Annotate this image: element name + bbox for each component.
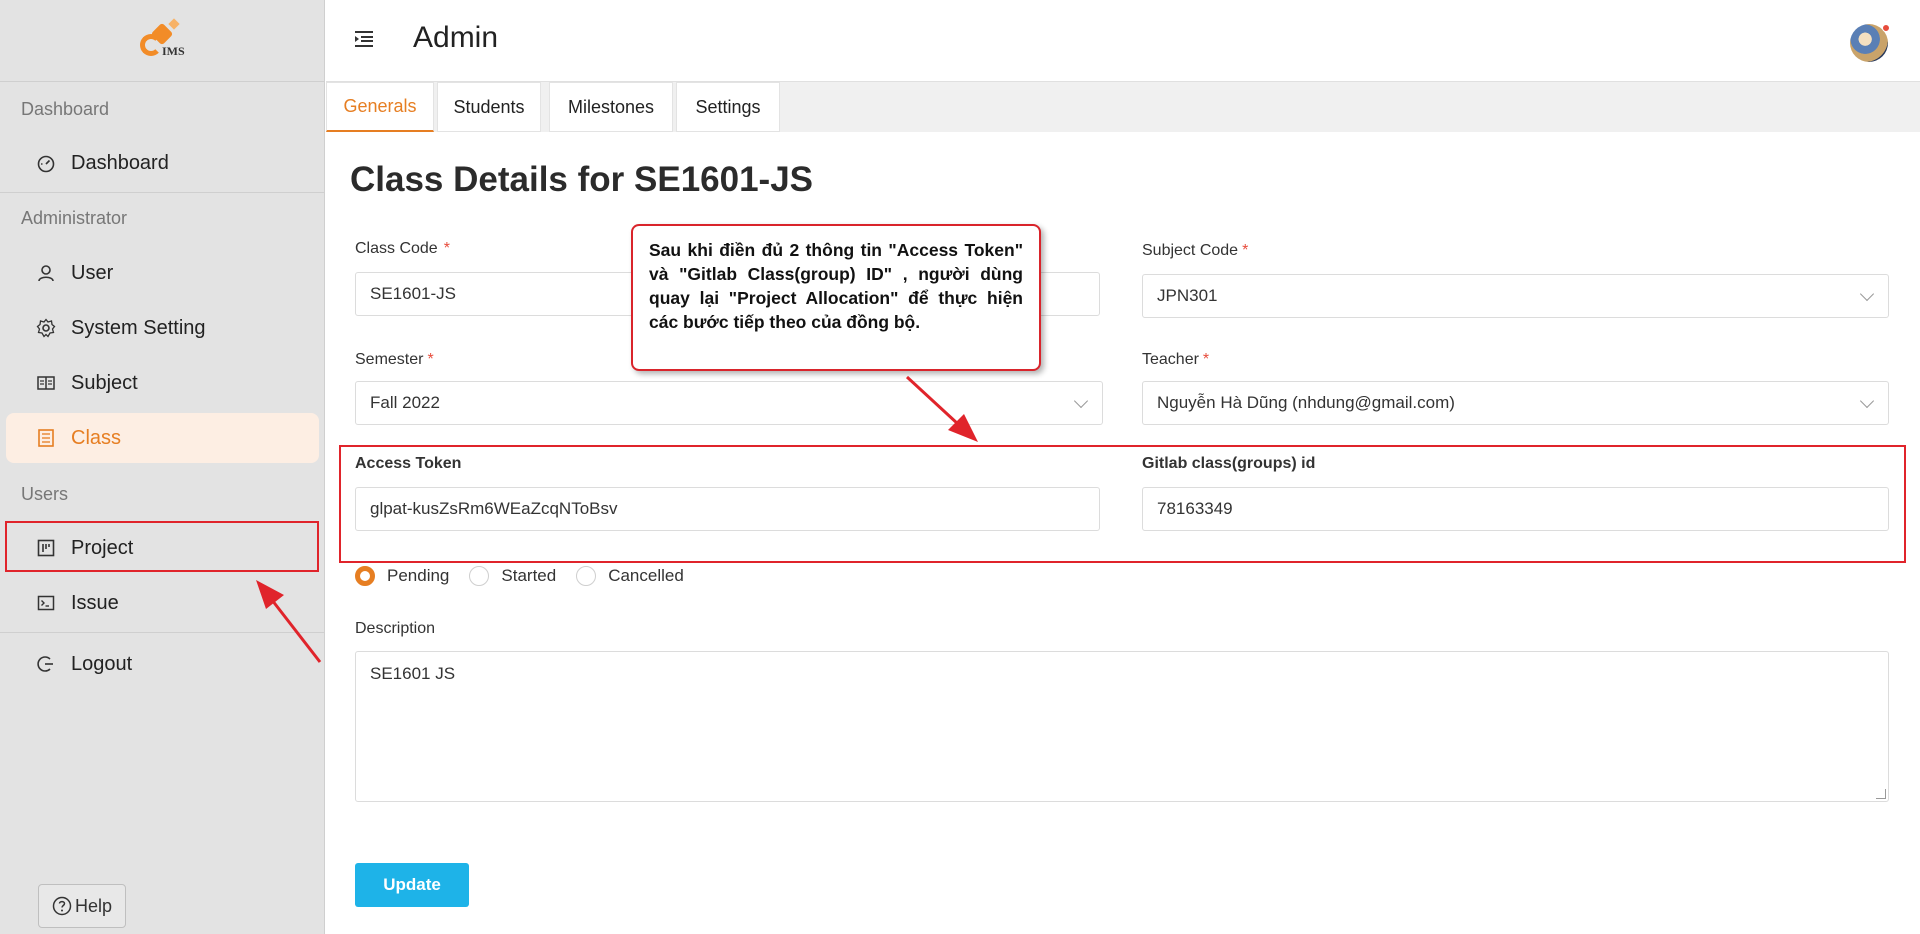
logo-text: IMS bbox=[162, 43, 185, 58]
class-icon bbox=[35, 427, 57, 449]
gitlab-id-label: Gitlab class(groups) id bbox=[1142, 455, 1316, 472]
top-header: Admin bbox=[326, 0, 1920, 82]
update-button[interactable]: Update bbox=[355, 863, 469, 907]
class-code-label: Class Code * bbox=[355, 240, 450, 257]
tab-settings[interactable]: Settings bbox=[676, 82, 780, 132]
sidebar-item-label: Class bbox=[71, 426, 122, 449]
sidebar-item-class[interactable]: Class bbox=[6, 413, 319, 463]
tab-milestones[interactable]: Milestones bbox=[549, 82, 673, 132]
page-title: Class Details for SE1601-JS bbox=[350, 160, 814, 199]
sidebar-item-label: Logout bbox=[71, 652, 133, 675]
semester-select[interactable]: Fall 2022 bbox=[355, 381, 1103, 425]
subject-code-label: Subject Code * bbox=[1142, 242, 1249, 259]
radio-cancelled[interactable]: Cancelled bbox=[576, 566, 684, 586]
radio-dot bbox=[576, 566, 597, 586]
chevron-down-icon bbox=[1859, 393, 1875, 409]
question-circle-icon bbox=[52, 896, 72, 916]
gitlab-id-input[interactable] bbox=[1157, 499, 1888, 519]
access-token-field[interactable] bbox=[355, 487, 1100, 531]
terminal-icon bbox=[35, 592, 57, 614]
radio-pending[interactable]: Pending bbox=[355, 566, 449, 586]
tab-students[interactable]: Students bbox=[437, 82, 541, 132]
teacher-select[interactable]: Nguyễn Hà Dũng (nhdung@gmail.com) bbox=[1142, 381, 1889, 425]
teacher-label: Teacher * bbox=[1142, 351, 1210, 368]
divider bbox=[0, 192, 325, 193]
sidebar-item-subject[interactable]: Subject bbox=[6, 358, 319, 408]
chevron-down-icon bbox=[1073, 393, 1089, 409]
sidebar-item-label: Subject bbox=[71, 371, 138, 394]
menu-fold-icon[interactable] bbox=[354, 30, 374, 53]
resize-handle[interactable] bbox=[1876, 789, 1886, 799]
divider bbox=[0, 632, 325, 633]
tab-generals[interactable]: Generals bbox=[326, 82, 434, 132]
access-token-label: Access Token bbox=[355, 455, 462, 472]
subject-code-value: JPN301 bbox=[1157, 286, 1218, 305]
sidebar-item-label: User bbox=[71, 261, 114, 284]
user-icon bbox=[35, 262, 57, 284]
access-token-input[interactable] bbox=[370, 499, 1099, 519]
sidebar-item-dashboard[interactable]: Dashboard bbox=[6, 138, 319, 188]
description-label: Description bbox=[355, 620, 436, 637]
semester-label: Semester * bbox=[355, 351, 434, 368]
sidebar-item-label: Dashboard bbox=[71, 151, 169, 174]
sidebar-item-issue[interactable]: Issue bbox=[6, 578, 319, 628]
group-label-dashboard: Dashboard bbox=[21, 99, 110, 119]
description-value: SE1601 JS bbox=[370, 664, 456, 683]
radio-started[interactable]: Started bbox=[469, 566, 556, 586]
annotation-callout: Sau khi điền đủ 2 thông tin "Access Toke… bbox=[631, 224, 1041, 371]
header-title: Admin bbox=[413, 21, 499, 54]
teacher-value: Nguyễn Hà Dũng (nhdung@gmail.com) bbox=[1157, 393, 1455, 412]
gear-icon bbox=[35, 317, 57, 339]
sidebar: IMS Dashboard Dashboard Administrator Us… bbox=[0, 0, 325, 934]
radio-dot bbox=[469, 566, 490, 586]
ims-logo[interactable]: IMS bbox=[134, 16, 190, 66]
sidebar-item-label: System Setting bbox=[71, 316, 206, 339]
sidebar-item-system-setting[interactable]: System Setting bbox=[6, 303, 319, 353]
help-button[interactable]: Help bbox=[38, 884, 126, 928]
logo-area: IMS bbox=[0, 0, 324, 82]
subject-code-select[interactable]: JPN301 bbox=[1142, 274, 1889, 318]
status-radio-group: Pending Started Cancelled bbox=[355, 566, 704, 586]
sidebar-item-user[interactable]: User bbox=[6, 248, 319, 298]
project-highlight-box bbox=[5, 521, 319, 572]
tab-bar: Generals Students Milestones Settings bbox=[326, 82, 1920, 132]
gitlab-id-field[interactable] bbox=[1142, 487, 1889, 531]
help-label: Help bbox=[74, 895, 113, 916]
logout-icon bbox=[35, 653, 57, 675]
group-label-administrator: Administrator bbox=[21, 208, 128, 228]
chevron-down-icon bbox=[1859, 286, 1875, 302]
semester-value: Fall 2022 bbox=[370, 393, 440, 412]
book-icon bbox=[35, 372, 57, 394]
notification-badge bbox=[1882, 24, 1890, 32]
description-textarea[interactable]: SE1601 JS bbox=[355, 651, 1889, 802]
group-label-users: Users bbox=[21, 484, 69, 504]
sidebar-item-label: Issue bbox=[71, 591, 119, 614]
dashboard-icon bbox=[35, 152, 57, 174]
sidebar-item-logout[interactable]: Logout bbox=[6, 639, 319, 689]
radio-dot bbox=[355, 566, 375, 586]
